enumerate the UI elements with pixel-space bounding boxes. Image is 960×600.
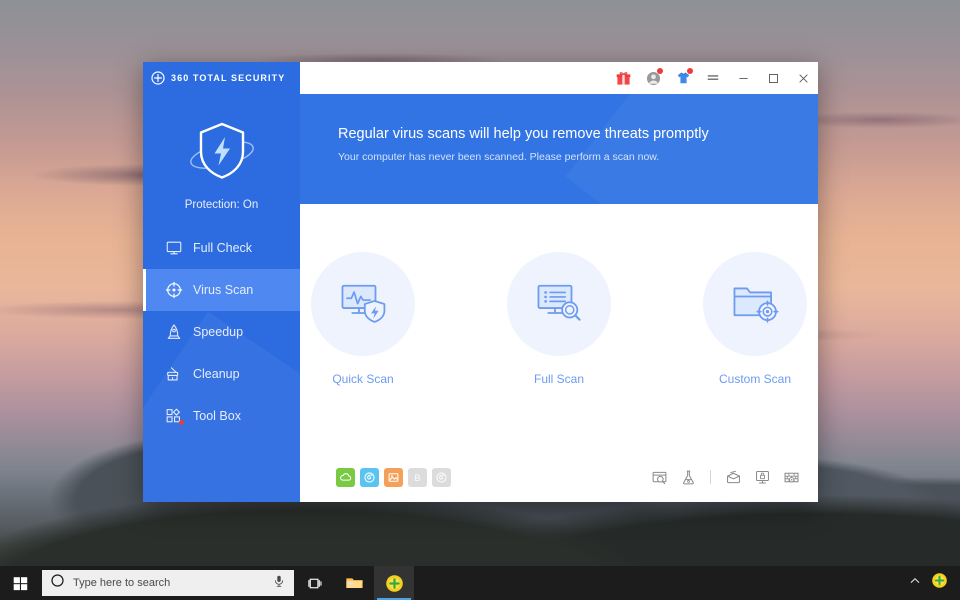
sidebar-item-label: Full Check: [193, 241, 253, 255]
bitdefender-engine-icon[interactable]: B: [408, 467, 427, 487]
user-account-icon[interactable]: [638, 62, 668, 94]
360-total-security-window: 360 TOTAL SECURITY Protection: On Full C…: [143, 62, 818, 502]
firewall-icon[interactable]: [782, 468, 800, 486]
system-repair-engine-icon[interactable]: [432, 467, 451, 487]
rocket-icon: [165, 323, 183, 341]
close-button[interactable]: [788, 62, 818, 94]
folder-target-icon: [703, 252, 807, 356]
skin-tshirt-icon[interactable]: [668, 62, 698, 94]
app-logo: 360 TOTAL SECURITY: [143, 62, 300, 94]
scan-banner: Regular virus scans will help you remove…: [300, 94, 818, 204]
show-hidden-icons-chevron[interactable]: [909, 574, 921, 592]
avira-engine-icon[interactable]: [384, 467, 403, 487]
windows-start-icon[interactable]: [0, 566, 40, 600]
360-total-security-icon[interactable]: [374, 566, 414, 600]
svg-text:B: B: [415, 472, 421, 482]
engine-badges: B: [336, 467, 451, 487]
hamburger-menu-icon[interactable]: [698, 62, 728, 94]
360-tray-icon[interactable]: [931, 572, 948, 594]
window-body: Protection: On Full Check Virus Scan Spe…: [143, 94, 818, 502]
system-tray: [909, 572, 960, 594]
full-scan-option[interactable]: Full Scan: [507, 252, 611, 456]
lab-flask-icon[interactable]: [679, 468, 697, 486]
protection-status-block: Protection: On: [143, 94, 300, 211]
banner-title: Regular virus scans will help you remove…: [338, 126, 709, 142]
quick-scan-option[interactable]: Quick Scan: [311, 252, 415, 456]
windows-taskbar: Type here to search: [0, 566, 960, 600]
search-input[interactable]: Type here to search: [42, 570, 294, 596]
custom-scan-option[interactable]: Custom Scan: [703, 252, 807, 456]
new-badge: [179, 420, 184, 425]
cloud-engine-icon[interactable]: [336, 467, 355, 487]
cortana-circle-icon: [50, 573, 65, 593]
tools-tray: [650, 468, 800, 486]
file-explorer-icon[interactable]: [334, 566, 374, 600]
search-placeholder: Type here to search: [73, 577, 171, 589]
sidebar-nav: Full Check Virus Scan Speedup Cleanup To…: [143, 227, 300, 437]
minimize-button[interactable]: [728, 62, 758, 94]
circle-plus-icon: [151, 71, 165, 85]
tools-separator: [710, 470, 711, 484]
status-bottom-bar: B: [300, 456, 818, 502]
scan-options: Quick Scan Full Scan Custom Scan: [300, 204, 818, 456]
microphone-icon[interactable]: [272, 574, 286, 593]
sidebar-item-tool-box[interactable]: Tool Box: [143, 395, 300, 437]
sidebar-item-label: Cleanup: [193, 367, 240, 381]
scan-option-label: Custom Scan: [718, 372, 792, 386]
toolbox-shapes-icon: [165, 407, 184, 425]
sidebar-item-speedup[interactable]: Speedup: [143, 311, 300, 353]
gift-icon[interactable]: [608, 62, 638, 94]
shield-bolt-icon: [186, 114, 258, 191]
banner-subtitle: Your computer has never been scanned. Pl…: [338, 151, 660, 163]
monitor-icon: [165, 239, 183, 257]
notification-badge: [657, 68, 663, 74]
sidebar-item-virus-scan[interactable]: Virus Scan: [143, 269, 300, 311]
window-titlebar: 360 TOTAL SECURITY: [143, 62, 818, 94]
sidebar-item-label: Speedup: [193, 325, 244, 339]
privacy-lock-icon[interactable]: [753, 468, 771, 486]
qvm-engine-icon[interactable]: [360, 467, 379, 487]
sandbox-icon[interactable]: [724, 468, 742, 486]
brush-icon: [165, 365, 183, 383]
sidebar-item-full-check[interactable]: Full Check: [143, 227, 300, 269]
main-content: Regular virus scans will help you remove…: [300, 94, 818, 502]
monitor-pulse-shield-icon: [311, 252, 415, 356]
titlebar-actions: [608, 62, 818, 94]
monitor-list-magnifier-icon: [507, 252, 611, 356]
protection-status-label: Protection: On: [184, 199, 259, 211]
sidebar-item-cleanup[interactable]: Cleanup: [143, 353, 300, 395]
sidebar: Protection: On Full Check Virus Scan Spe…: [143, 94, 300, 502]
sidebar-item-label: Virus Scan: [193, 283, 254, 297]
sidebar-item-label: Tool Box: [193, 409, 241, 423]
maximize-button[interactable]: [758, 62, 788, 94]
browser-scan-icon[interactable]: [650, 468, 668, 486]
crosshair-target-icon: [165, 281, 183, 299]
app-title: 360 TOTAL SECURITY: [171, 73, 286, 83]
scan-option-label: Full Scan: [533, 372, 585, 386]
notification-badge: [687, 68, 693, 74]
task-view-icon[interactable]: [294, 566, 334, 600]
scan-option-label: Quick Scan: [332, 372, 394, 386]
